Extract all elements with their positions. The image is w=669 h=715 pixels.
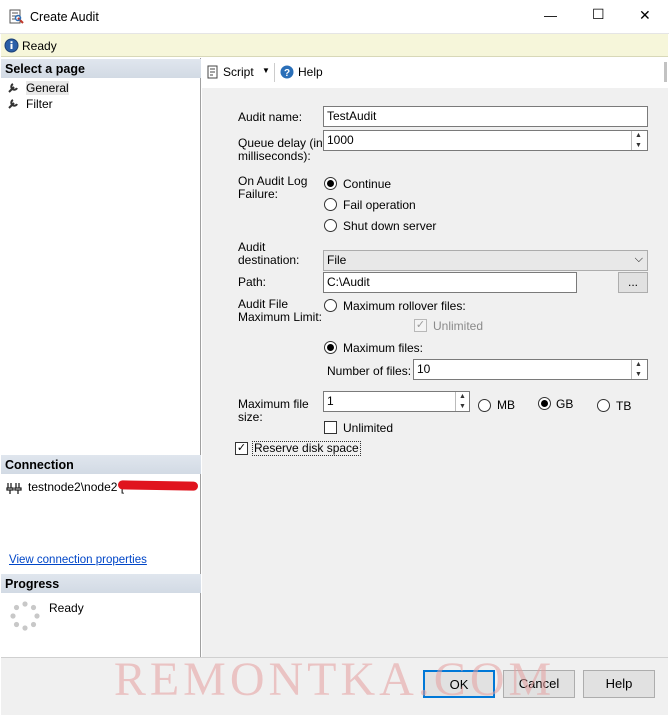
script-dropdown-icon[interactable]: ▼ <box>262 66 270 75</box>
queue-delay-input[interactable]: 1000 <box>323 130 648 151</box>
script-button[interactable]: Script <box>223 65 254 79</box>
destination-value: File <box>327 253 347 267</box>
max-rollover-radio[interactable] <box>324 299 337 312</box>
destination-label-2: destination: <box>238 253 300 267</box>
window-title: Create Audit <box>30 10 99 24</box>
unit-mb-radio[interactable] <box>478 399 491 412</box>
connection-icon <box>6 483 22 494</box>
max-file-size-label-2: size: <box>238 410 263 424</box>
unit-gb-radio[interactable] <box>538 397 551 410</box>
minimize-button[interactable]: — <box>544 8 557 23</box>
max-files-label: Maximum files: <box>343 341 424 355</box>
wrench-icon <box>8 99 18 109</box>
close-button[interactable]: ✕ <box>639 7 651 24</box>
size-unlimited-label: Unlimited <box>343 421 394 435</box>
redacted-mark <box>117 480 199 491</box>
reserve-disk-checkbox[interactable]: ✓ <box>235 442 248 455</box>
queue-delay-label-2: milliseconds): <box>238 149 311 163</box>
browse-button[interactable]: ... <box>618 272 648 293</box>
fail-operation-radio[interactable] <box>324 198 337 211</box>
help-button[interactable]: Help <box>298 65 323 79</box>
destination-select[interactable]: File ⌵ <box>323 250 648 271</box>
audit-name-label: Audit name: <box>238 110 303 124</box>
number-of-files-input[interactable]: 10 <box>413 359 648 380</box>
unit-gb-label: GB <box>556 397 574 411</box>
page-item-general[interactable]: General <box>7 80 187 95</box>
progress-spinner-icon <box>10 601 40 631</box>
on-failure-label-2: Failure: <box>238 187 279 201</box>
size-unlimited-checkbox[interactable] <box>324 421 337 434</box>
view-connection-properties-link[interactable]: View connection properties <box>9 554 147 566</box>
audit-name-input[interactable]: TestAudit <box>323 106 648 127</box>
shut-down-server-radio[interactable] <box>324 219 337 232</box>
progress-header: Progress <box>1 574 201 593</box>
shut-down-server-label: Shut down server <box>343 219 437 233</box>
continue-label: Continue <box>343 177 392 191</box>
select-page-header: Select a page <box>1 59 201 78</box>
unit-mb-label: MB <box>497 398 515 412</box>
status-bar: Ready <box>1 34 668 57</box>
path-label: Path: <box>238 275 267 289</box>
continue-radio[interactable] <box>324 177 337 190</box>
progress-status: Ready <box>49 601 84 615</box>
ok-button[interactable]: OK <box>423 670 495 698</box>
toolbar: Script ▼ ? Help <box>202 58 668 88</box>
svg-text:?: ? <box>284 68 290 79</box>
info-icon <box>4 38 19 53</box>
max-file-size-input[interactable]: 1 <box>323 391 470 412</box>
cancel-button[interactable]: Cancel <box>503 670 575 698</box>
connection-header: Connection <box>1 455 201 474</box>
help-footer-button[interactable]: Help <box>583 670 655 698</box>
page-item-label: General <box>26 81 69 95</box>
unit-tb-label: TB <box>616 399 632 413</box>
page-item-label: Filter <box>26 97 53 111</box>
chevron-down-icon: ⌵ <box>634 253 643 265</box>
script-icon <box>207 65 218 79</box>
left-pane: Select a page General Filter Connection … <box>1 58 201 657</box>
general-form: Audit name: TestAudit Queue delay (in mi… <box>202 88 662 657</box>
maximize-button[interactable]: ☐ <box>592 6 605 23</box>
fail-operation-label: Fail operation <box>343 198 416 212</box>
scrollbar-thumb[interactable] <box>664 62 667 82</box>
reserve-disk-label: Reserve disk space <box>252 441 361 456</box>
wrench-icon <box>8 83 18 93</box>
vertical-scrollbar[interactable] <box>662 88 668 657</box>
max-rollover-label: Maximum rollover files: <box>343 299 466 313</box>
path-input[interactable]: C:\Audit <box>323 272 577 293</box>
connection-server: testnode2\node2 [ <box>28 480 125 494</box>
help-icon: ? <box>280 65 294 79</box>
number-of-files-label: Number of files: <box>327 364 412 378</box>
number-of-files-spinner[interactable]: ▲ ▼ <box>631 360 645 379</box>
max-files-radio[interactable] <box>324 341 337 354</box>
queue-delay-spinner[interactable]: ▲ ▼ <box>631 131 645 150</box>
rollover-unlimited-checkbox[interactable]: ✓ <box>414 319 427 332</box>
audit-app-icon <box>9 9 24 24</box>
unit-tb-radio[interactable] <box>597 399 610 412</box>
title-bar: Create Audit — ☐ ✕ <box>0 0 669 34</box>
max-limit-label-2: Maximum Limit: <box>238 310 323 324</box>
rollover-unlimited-label: Unlimited <box>433 319 484 333</box>
toolbar-separator <box>274 63 275 82</box>
page-item-filter[interactable]: Filter <box>7 96 187 111</box>
status-text: Ready <box>22 39 57 53</box>
max-file-size-spinner[interactable]: ▲ ▼ <box>455 392 469 411</box>
